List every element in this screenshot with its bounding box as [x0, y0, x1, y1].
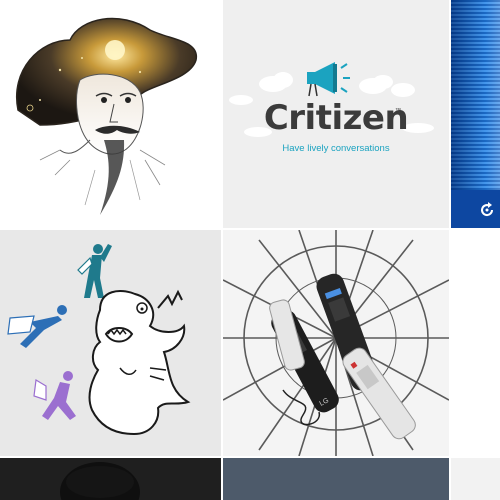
purple-figure-icon [33, 371, 76, 420]
stripe-pattern [451, 0, 500, 190]
trademark-symbol: ™ [395, 108, 401, 114]
teal-figure-icon [77, 244, 112, 298]
dino-illustration [7, 244, 191, 436]
tile-dino-figures[interactable] [0, 230, 221, 456]
tile-slate-partial[interactable] [223, 458, 449, 500]
wizard-sketch-illustration [15, 17, 197, 215]
tile-light-partial[interactable] [451, 458, 500, 500]
remote-basket-photo: LG [223, 230, 449, 456]
blue-figure-icon [7, 305, 67, 348]
tile-footer-bar [451, 190, 500, 228]
megaphone-icon [307, 62, 350, 97]
refresh-icon[interactable] [477, 200, 497, 220]
tile-white-partial[interactable] [451, 230, 500, 456]
tile-critizen[interactable]: Critizen ™ Have lively conversations [223, 0, 449, 228]
portrait-head-silhouette [60, 462, 140, 500]
tile-dark-portrait[interactable] [0, 458, 221, 500]
tile-blue-stripes[interactable] [451, 0, 500, 228]
tile-remote-basket[interactable]: LG [223, 230, 449, 456]
tile-wizard-sketch[interactable] [0, 0, 221, 228]
critizen-tagline: Have lively conversations [282, 143, 390, 154]
critizen-logo-text: Critizen [263, 98, 409, 138]
